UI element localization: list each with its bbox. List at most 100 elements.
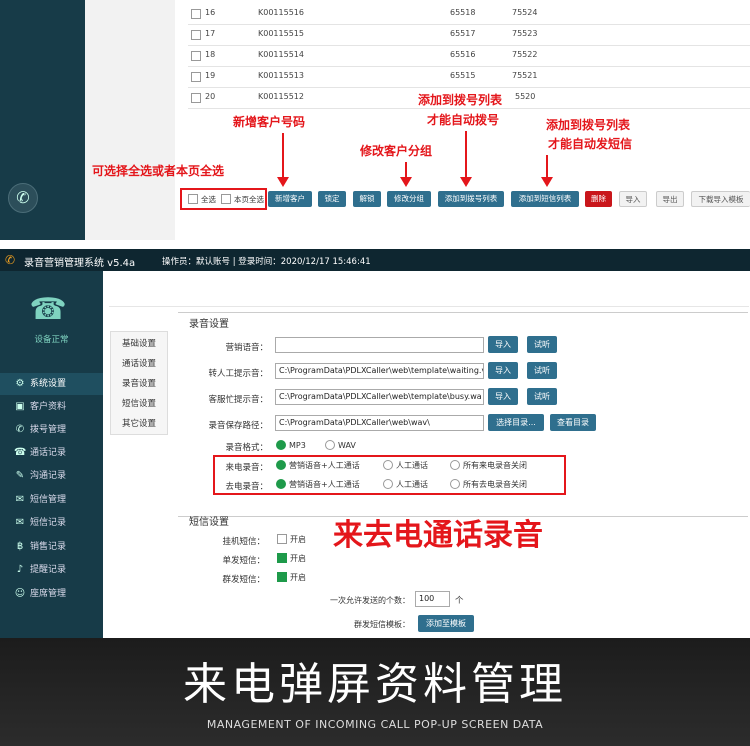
- top-sidebar: ✆: [0, 0, 85, 240]
- sidebar-item-sms-management[interactable]: ✉ 短信管理: [0, 489, 103, 511]
- annotation-select: 可选择全选或者本页全选: [92, 164, 225, 178]
- select-page-checkbox[interactable]: 本页全选: [221, 194, 264, 206]
- row-checkbox[interactable]: [191, 30, 201, 40]
- format-mp3-radio[interactable]: MP3: [276, 439, 306, 452]
- marketing-voice-label: 营销语音：: [225, 343, 268, 353]
- format-wav-radio[interactable]: WAV: [325, 439, 356, 452]
- table-row[interactable]: 19 K00115513 65515 75521: [188, 67, 750, 88]
- settings-subnav: 基础设置 通话设置 录音设置 短信设置 其它设置: [110, 331, 168, 435]
- sidebar-item-communication-records[interactable]: ✎ 沟通记录: [0, 465, 103, 487]
- divider: [178, 312, 748, 313]
- sidebar-item-agent-management[interactable]: ☺ 座席管理: [0, 583, 103, 605]
- row-checkbox[interactable]: [191, 51, 201, 61]
- add-customer-button[interactable]: 新增客户: [268, 191, 312, 207]
- single-sms-checkbox[interactable]: 开启: [277, 552, 306, 565]
- annotation-sms-line1: 添加到拨号列表: [546, 118, 631, 132]
- format-wav-label: WAV: [338, 441, 356, 450]
- outgoing-recording-label: 去电录音：: [225, 482, 268, 492]
- transfer-prompt-import-button[interactable]: 导入: [488, 362, 518, 379]
- outgoing-both-label: 营销语音+人工通话: [289, 480, 360, 489]
- row-checkbox[interactable]: [191, 93, 201, 103]
- table-row[interactable]: 18 K00115514 65516 75522: [188, 46, 750, 67]
- cell-b: 75521: [512, 71, 538, 80]
- select-all-checkbox[interactable]: 全选: [188, 194, 216, 206]
- subnav-call[interactable]: 通话设置: [111, 354, 167, 374]
- marketing-voice-listen-button[interactable]: 试听: [527, 336, 557, 353]
- subnav-other[interactable]: 其它设置: [111, 414, 167, 434]
- sidebar-item-system-settings[interactable]: ⚙ 系统设置: [0, 373, 103, 395]
- select-all-label: 全选: [201, 195, 216, 204]
- contact-card-icon: ▣: [15, 401, 25, 412]
- agents-icon: ☺: [14, 588, 26, 599]
- cell-a: 65515: [450, 71, 476, 80]
- arrow-down-icon: [541, 155, 553, 187]
- busy-prompt-label: 客服忙提示音：: [208, 395, 268, 405]
- format-label: 录音格式：: [225, 443, 268, 453]
- operator-info: 操作员：默认账号 | 登录时间：2020/12/17 15:46:41: [162, 257, 371, 267]
- save-path-label: 录音保存路径：: [208, 421, 268, 431]
- group-sms-checkbox[interactable]: 开启: [277, 571, 306, 584]
- incoming-both-radio[interactable]: 营销语音+人工通话: [276, 459, 360, 472]
- busy-prompt-listen-button[interactable]: 试听: [527, 388, 557, 405]
- call-log-icon: ☎: [14, 447, 27, 458]
- outgoing-manual-radio[interactable]: 人工通话: [383, 478, 428, 491]
- sidebar-item-dial-management[interactable]: ✆ 拨号管理: [0, 419, 103, 441]
- busy-prompt-field[interactable]: C:\ProgramData\PDLXCaller\web\template\b…: [275, 389, 484, 405]
- arrow-down-icon: [277, 133, 289, 187]
- import-button[interactable]: 导入: [619, 191, 647, 207]
- gear-icon: ⚙: [15, 378, 25, 389]
- incoming-off-label: 所有来电录音关闭: [463, 461, 527, 470]
- sidebar-item-sales-records[interactable]: ฿ 销售记录: [0, 536, 103, 558]
- add-to-dial-list-button[interactable]: 添加到拨号列表: [438, 191, 504, 207]
- unlock-button[interactable]: 解锁: [353, 191, 381, 207]
- incoming-both-label: 营销语音+人工通话: [289, 461, 360, 470]
- sidebar-item-reminder-records[interactable]: ♪ 提醒记录: [0, 559, 103, 581]
- subnav-recording[interactable]: 录音设置: [111, 374, 167, 394]
- busy-prompt-import-button[interactable]: 导入: [488, 388, 518, 405]
- single-sms-label: 单发短信：: [222, 556, 265, 566]
- subnav-basic[interactable]: 基础设置: [111, 334, 167, 354]
- max-count-input[interactable]: 100: [415, 591, 450, 607]
- transfer-prompt-listen-button[interactable]: 试听: [527, 362, 557, 379]
- customer-code: K00115513: [258, 71, 304, 80]
- cell-a: 65516: [450, 50, 476, 59]
- sidebar-item-sms-records[interactable]: ✉ 短信记录: [0, 512, 103, 534]
- outgoing-both-radio[interactable]: 营销语音+人工通话: [276, 478, 360, 491]
- banner-subtitle: MANAGEMENT OF INCOMING CALL POP-UP SCREE…: [206, 718, 544, 731]
- hangup-sms-label: 挂机短信：: [222, 537, 265, 547]
- sidebar-item-call-records[interactable]: ☎ 通话记录: [0, 442, 103, 464]
- subnav-sms[interactable]: 短信设置: [111, 394, 167, 414]
- download-template-button[interactable]: 下载导入模板: [691, 191, 750, 207]
- add-to-sms-list-button[interactable]: 添加到短信列表: [511, 191, 579, 207]
- sidebar-item-label: 沟通记录: [30, 471, 67, 481]
- add-template-button[interactable]: 添加至模板: [418, 615, 474, 632]
- choose-directory-button[interactable]: 选择目录...: [488, 414, 544, 431]
- top-gutter: [85, 0, 175, 240]
- export-button[interactable]: 导出: [656, 191, 684, 207]
- outgoing-manual-label: 人工通话: [396, 480, 428, 489]
- change-group-button[interactable]: 修改分组: [387, 191, 431, 207]
- customer-code: K00115514: [258, 50, 304, 59]
- row-checkbox[interactable]: [191, 9, 201, 19]
- incoming-manual-radio[interactable]: 人工通话: [383, 459, 428, 472]
- sidebar-item-customer-data[interactable]: ▣ 客户资料: [0, 396, 103, 418]
- marketing-voice-field[interactable]: [275, 337, 484, 353]
- sidebar-item-label: 短信管理: [30, 495, 67, 505]
- delete-button[interactable]: 删除: [585, 191, 612, 207]
- sidebar-item-label: 系统设置: [30, 379, 67, 389]
- format-mp3-label: MP3: [289, 441, 306, 450]
- hangup-sms-checkbox[interactable]: 开启: [277, 533, 306, 546]
- outgoing-off-radio[interactable]: 所有去电录音关闭: [450, 478, 527, 491]
- message-icon: ✉: [15, 494, 25, 505]
- transfer-prompt-label: 转人工提示音：: [208, 369, 268, 379]
- view-directory-button[interactable]: 查看目录: [550, 414, 596, 431]
- sidebar-item-label: 销售记录: [30, 542, 67, 552]
- save-path-field[interactable]: C:\ProgramData\PDLXCaller\web\wav\: [275, 415, 484, 431]
- row-checkbox[interactable]: [191, 72, 201, 82]
- table-row[interactable]: 16 K00115516 65518 75524: [188, 4, 750, 25]
- transfer-prompt-field[interactable]: C:\ProgramData\PDLXCaller\web\template\w…: [275, 363, 484, 379]
- table-row[interactable]: 17 K00115515 65517 75523: [188, 25, 750, 46]
- incoming-off-radio[interactable]: 所有来电录音关闭: [450, 459, 527, 472]
- lock-button[interactable]: 锁定: [318, 191, 346, 207]
- marketing-voice-import-button[interactable]: 导入: [488, 336, 518, 353]
